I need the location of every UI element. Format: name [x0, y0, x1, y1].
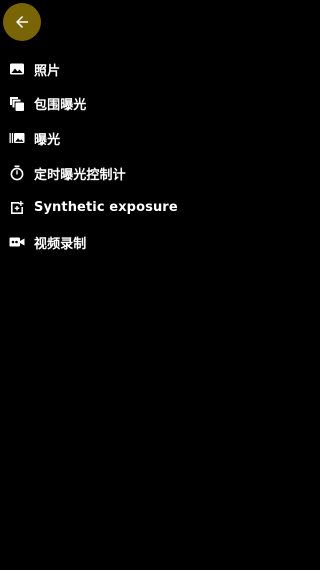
menu-item-exposure[interactable]: 曝光 [0, 121, 320, 156]
menu-item-label: 照片 [34, 63, 61, 79]
capture-mode-menu: 照片 包围曝光 曝光 定时曝光控制计 Synthetic exposure 视频… [0, 52, 320, 260]
exposure-icon [9, 130, 25, 146]
video-camera-icon [9, 234, 25, 250]
menu-item-photo[interactable]: 照片 [0, 52, 320, 87]
menu-item-synthetic-exposure[interactable]: Synthetic exposure [0, 190, 320, 225]
photo-icon [9, 61, 25, 77]
arrow-left-icon [13, 13, 31, 31]
menu-item-timed-exposure[interactable]: 定时曝光控制计 [0, 156, 320, 191]
menu-item-bracket-exposure[interactable]: 包围曝光 [0, 87, 320, 122]
bracket-exposure-icon [9, 96, 25, 112]
menu-item-label: 曝光 [34, 132, 61, 148]
menu-item-label: 视频录制 [34, 236, 87, 252]
menu-item-label: Synthetic exposure [34, 200, 178, 216]
menu-item-label: 包围曝光 [34, 98, 87, 114]
timer-icon [9, 165, 25, 181]
menu-item-label: 定时曝光控制计 [34, 167, 126, 183]
menu-item-video[interactable]: 视频录制 [0, 225, 320, 260]
back-button[interactable] [3, 3, 41, 41]
synthetic-exposure-icon [9, 200, 25, 216]
